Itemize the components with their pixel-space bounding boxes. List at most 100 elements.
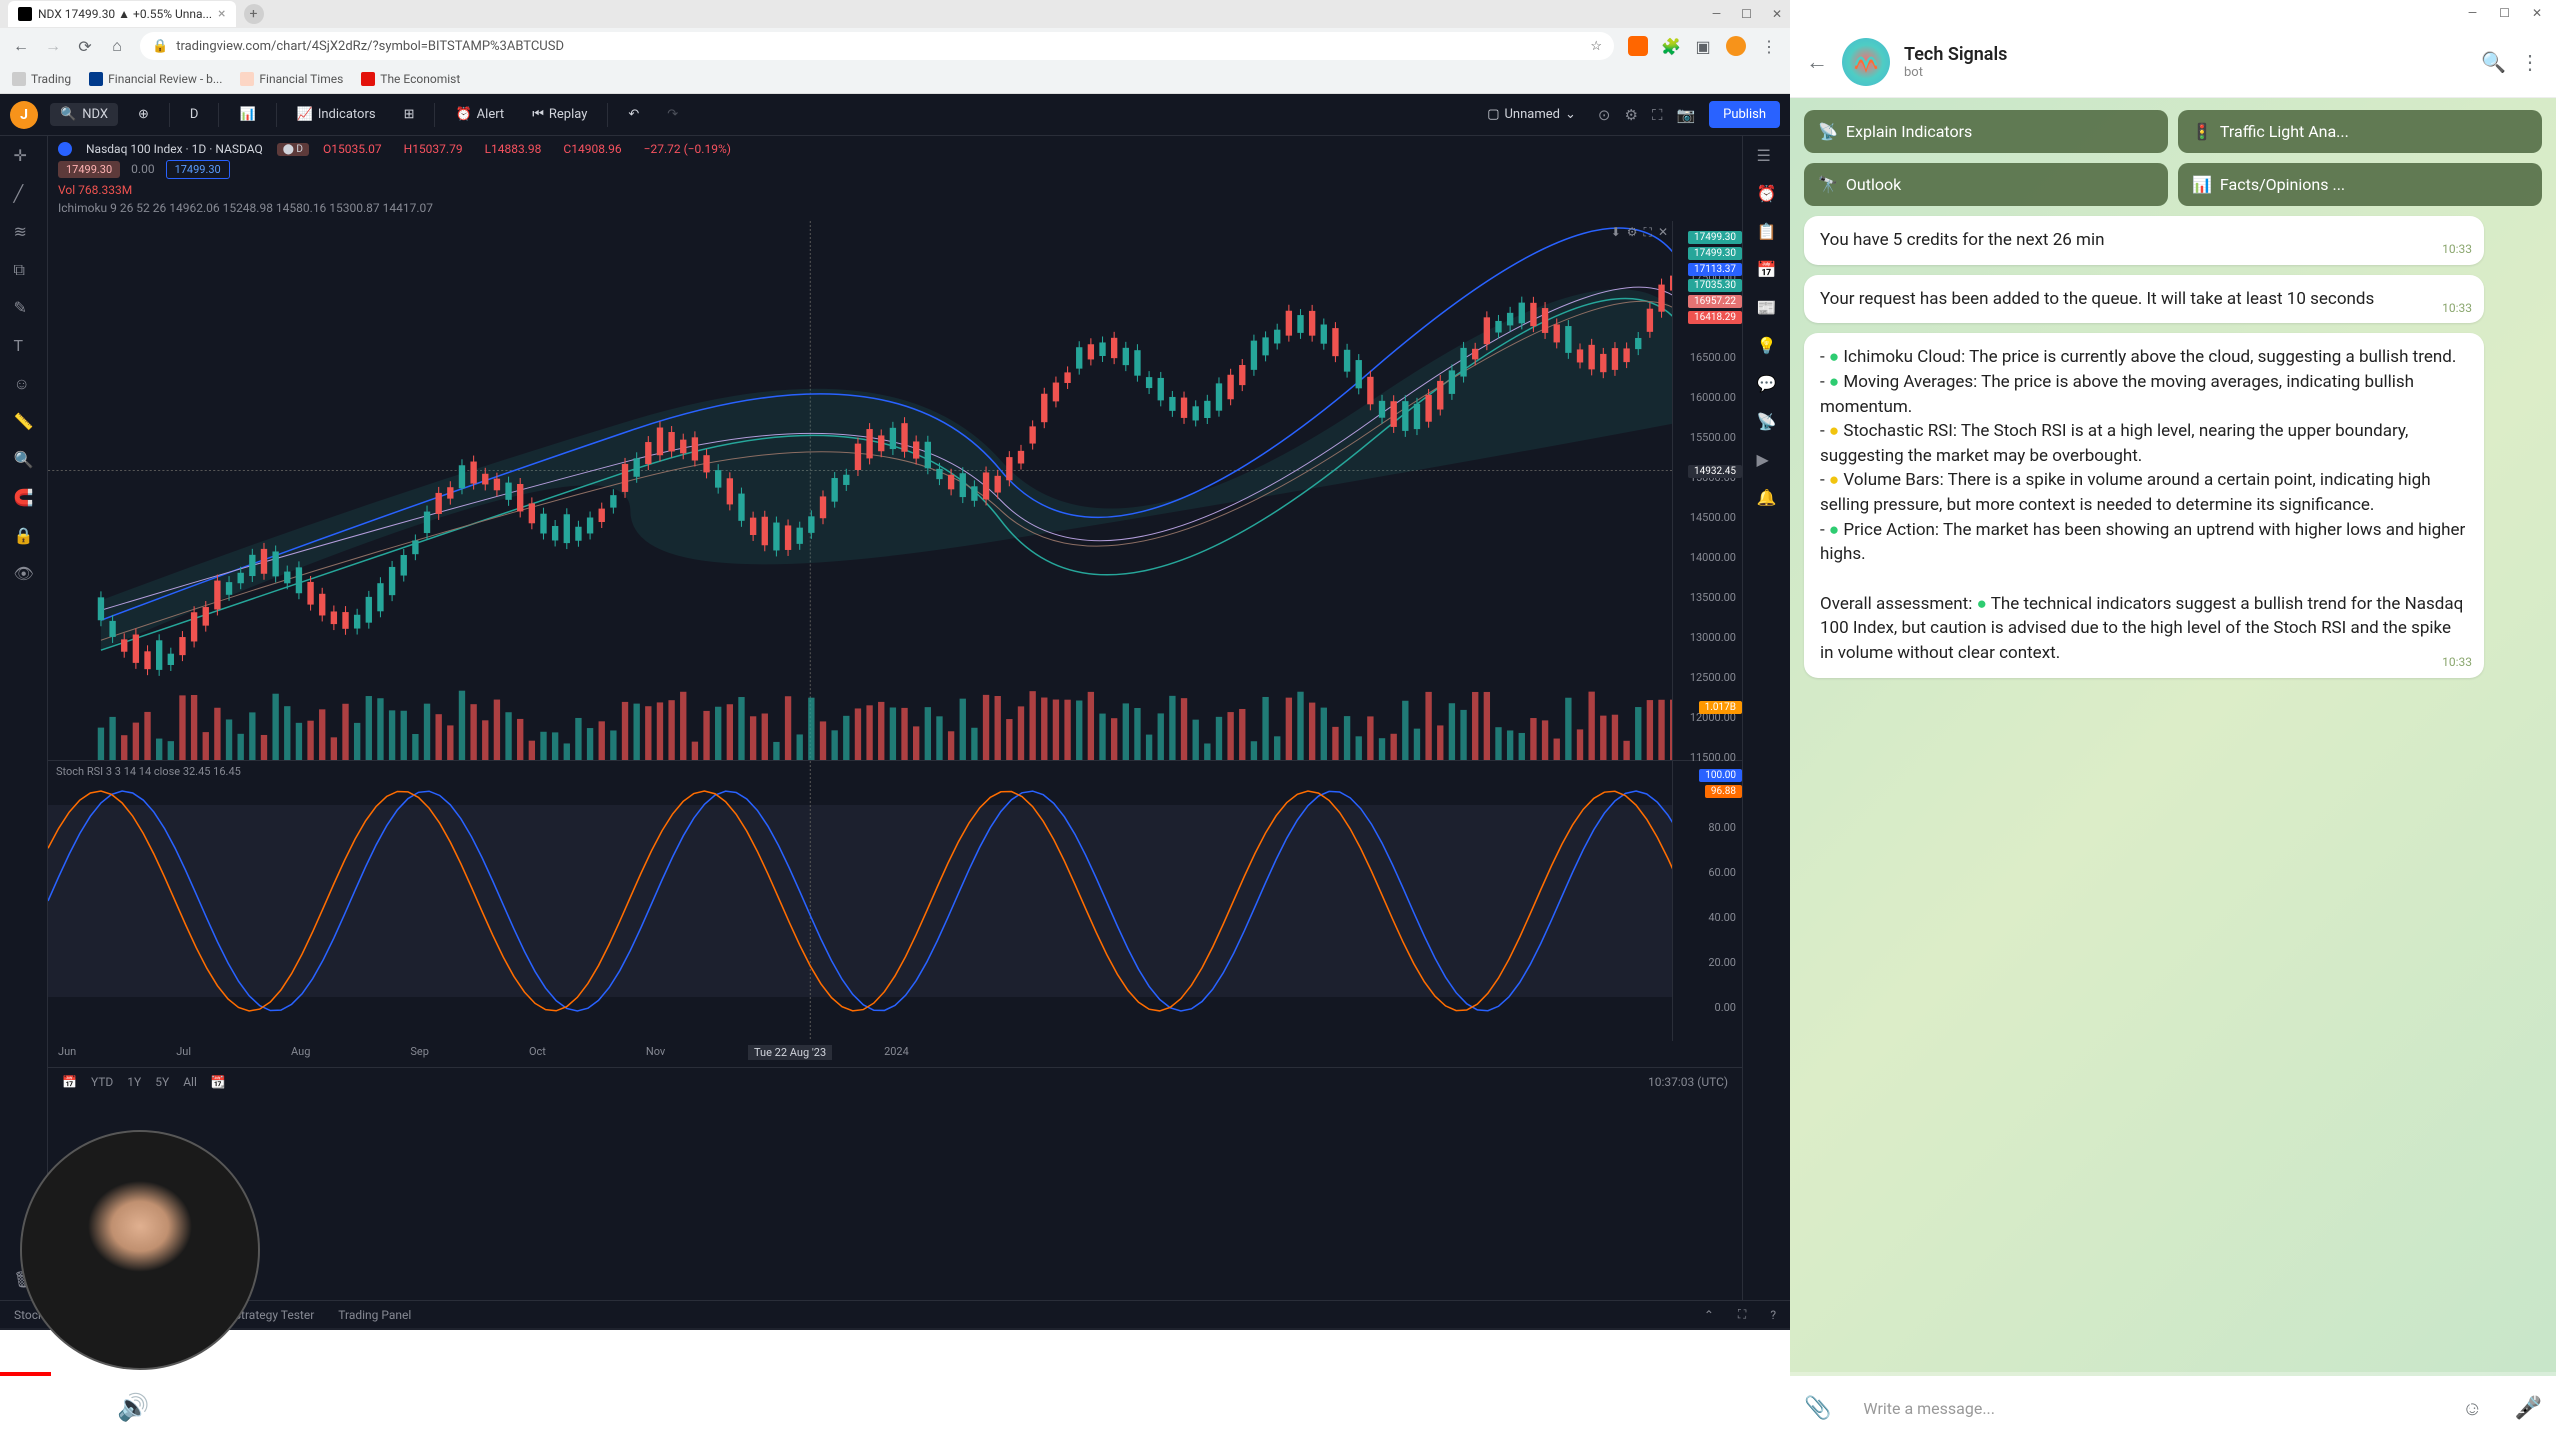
fib-tool-icon[interactable]: ≋ <box>14 222 34 242</box>
emoji-tool-icon[interactable]: ☺ <box>14 374 34 394</box>
tf-all[interactable]: All <box>183 1075 197 1089</box>
maximize-icon[interactable]: ☐ <box>1741 7 1752 21</box>
sidepanel-icon[interactable]: ▣ <box>1694 37 1712 55</box>
snapshot-icon[interactable]: 📷 <box>1676 106 1695 124</box>
url-input[interactable]: 🔒 tradingview.com/chart/4SjX2dRz/?symbol… <box>140 32 1614 60</box>
chart-area[interactable]: Nasdaq 100 Index · 1D · NASDAQ ⬤ D O1503… <box>48 136 1742 1300</box>
theater-icon[interactable]: ▭ <box>2467 1390 2492 1427</box>
tg-more-icon[interactable]: ⋮ <box>2520 50 2540 74</box>
cursor-tool-icon[interactable]: ✛ <box>14 146 34 166</box>
new-tab-button[interactable]: + <box>244 4 264 24</box>
tf-1y[interactable]: 1Y <box>127 1075 141 1089</box>
bookmark-item[interactable]: The Economist <box>361 72 460 86</box>
action-button[interactable]: 📡Explain Indicators <box>1804 110 2168 153</box>
time-axis[interactable]: JunJulAugSepOctNovDec2024Tue 22 Aug '23 <box>48 1041 1742 1067</box>
bookmark-item[interactable]: Financial Review - b... <box>89 72 222 86</box>
symbol-search[interactable]: 🔍 NDX <box>50 103 118 126</box>
tg-search-icon[interactable]: 🔍 <box>2481 50 2506 74</box>
news-icon[interactable]: 📰 <box>1757 298 1777 318</box>
help-icon[interactable]: ? <box>1770 1308 1776 1322</box>
tf-5y[interactable]: 5Y <box>155 1075 169 1089</box>
main-chart[interactable]: 18000.0017500.0017000.0016500.0016000.00… <box>48 221 1742 761</box>
chat-icon[interactable]: 💬 <box>1757 374 1777 394</box>
zoom-tool-icon[interactable]: 🔍 <box>14 450 34 470</box>
volume-icon[interactable]: 🔊 <box>117 1393 149 1423</box>
tab-strategy[interactable]: Strategy Tester <box>234 1308 314 1322</box>
stoch-axis[interactable]: 100.0096.8880.0060.0040.0020.000.00 <box>1672 761 1742 1041</box>
notifications-icon[interactable]: 🔔 <box>1757 488 1777 508</box>
goto-date-icon[interactable]: 📆 <box>211 1075 226 1089</box>
settings-chart-icon[interactable]: ⚙ <box>1627 225 1638 240</box>
bookmark-item[interactable]: Trading <box>12 72 71 86</box>
settings-video-icon[interactable]: ⚙ <box>2367 1390 2390 1427</box>
indicators-button[interactable]: 📈 Indicators <box>289 103 384 126</box>
templates-icon[interactable]: ⊞ <box>396 103 423 126</box>
price-axis[interactable]: 18000.0017500.0017000.0016500.0016000.00… <box>1672 221 1742 760</box>
profile-icon[interactable] <box>1726 36 1746 56</box>
tab-close-icon[interactable]: × <box>218 6 225 22</box>
tg-close-icon[interactable]: ✕ <box>2532 6 2542 20</box>
ideas-icon[interactable]: 💡 <box>1757 336 1777 356</box>
watchlist-icon[interactable]: ☰ <box>1757 146 1777 166</box>
tg-maximize-icon[interactable]: ☐ <box>2499 6 2510 20</box>
action-button[interactable]: 🔭Outlook <box>1804 163 2168 206</box>
pattern-tool-icon[interactable]: ⧉ <box>14 260 34 280</box>
settings-icon[interactable]: ⚙ <box>1624 106 1637 124</box>
date-range-icon[interactable]: 📅 <box>62 1075 77 1089</box>
replay-button[interactable]: ⏮ Replay <box>524 103 595 126</box>
play-icon[interactable]: ▶ <box>1757 450 1777 470</box>
close-pane-icon[interactable]: ✕ <box>1658 225 1668 240</box>
add-button[interactable]: ⊕ <box>130 103 157 126</box>
play-icon[interactable] <box>20 1394 42 1422</box>
text-tool-icon[interactable]: T <box>14 336 34 356</box>
bot-avatar[interactable] <box>1842 38 1890 86</box>
tf-ytd[interactable]: YTD <box>91 1075 113 1089</box>
tg-minimize-icon[interactable]: — <box>2468 6 2477 20</box>
star-icon[interactable]: ☆ <box>1590 39 1602 54</box>
lock-tool-icon[interactable]: 🔒 <box>14 526 34 546</box>
home-icon[interactable]: ⌂ <box>108 37 126 55</box>
action-button[interactable]: 🚦Traffic Light Ana... <box>2178 110 2542 153</box>
browser-tab[interactable]: NDX 17499.30 ▲ +0.55% Unna... × <box>8 1 236 27</box>
redo-icon[interactable]: ↷ <box>659 103 686 126</box>
ruler-tool-icon[interactable]: 📏 <box>14 412 34 432</box>
tab-trading[interactable]: Trading Panel <box>338 1308 411 1322</box>
tv-user-avatar[interactable]: J <box>10 101 38 129</box>
timeframe-select[interactable]: D <box>182 103 207 126</box>
layout-button[interactable]: ▢ Unnamed ⌄ <box>1479 103 1584 126</box>
alert-button[interactable]: ⏰ Alert <box>447 103 512 126</box>
back-icon[interactable]: ← <box>12 37 30 55</box>
miniplayer-icon[interactable]: ▣ <box>2417 1390 2442 1427</box>
hotlist-icon[interactable]: 📋 <box>1757 222 1777 242</box>
close-icon[interactable]: ✕ <box>1772 7 1782 21</box>
download-icon[interactable]: ⬇ <box>1611 225 1621 240</box>
extension-icon[interactable] <box>1628 36 1648 56</box>
collapse-icon[interactable]: ⌃ <box>1704 1308 1714 1322</box>
reload-icon[interactable]: ⟳ <box>76 37 94 55</box>
calendar-icon[interactable]: 📅 <box>1757 260 1777 280</box>
publish-button[interactable]: Publish <box>1709 101 1780 128</box>
streams-icon[interactable]: 📡 <box>1757 412 1777 432</box>
captions-icon[interactable]: ㏄ <box>2315 1390 2341 1427</box>
fullscreen-icon[interactable]: ⛶ <box>1652 106 1663 124</box>
menu-icon[interactable]: ⋮ <box>1760 37 1778 55</box>
forward-icon[interactable]: → <box>44 37 62 55</box>
action-button[interactable]: 📊Facts/Opinions ... <box>2178 163 2542 206</box>
trendline-tool-icon[interactable]: ╱ <box>14 184 34 204</box>
eye-tool-icon[interactable]: 👁 <box>14 564 34 584</box>
maximize-panel-icon[interactable]: ⛶ <box>1738 1307 1746 1322</box>
chat-body[interactable]: 📡Explain Indicators🚦Traffic Light Ana...… <box>1790 98 2556 1376</box>
minimize-icon[interactable]: — <box>1712 7 1721 21</box>
undo-icon[interactable]: ↶ <box>620 103 647 126</box>
bookmark-item[interactable]: Financial Times <box>240 72 343 86</box>
stoch-rsi-chart[interactable]: Stoch RSI 3 3 14 14 close 32.45 16.45 10… <box>48 761 1742 1041</box>
brush-tool-icon[interactable]: ✎ <box>14 298 34 318</box>
magnet-tool-icon[interactable]: 🧲 <box>14 488 34 508</box>
alerts-icon[interactable]: ⏰ <box>1757 184 1777 204</box>
chart-style-icon[interactable]: 📊 <box>231 103 263 126</box>
back-icon[interactable]: ← <box>1806 49 1828 75</box>
next-icon[interactable]: ⏭ <box>68 1393 91 1424</box>
quick-search-icon[interactable]: ⊙ <box>1598 106 1611 124</box>
fullscreen-video-icon[interactable]: ⛶ <box>2518 1390 2536 1427</box>
maximize-pane-icon[interactable]: ⛶ <box>1644 225 1652 240</box>
